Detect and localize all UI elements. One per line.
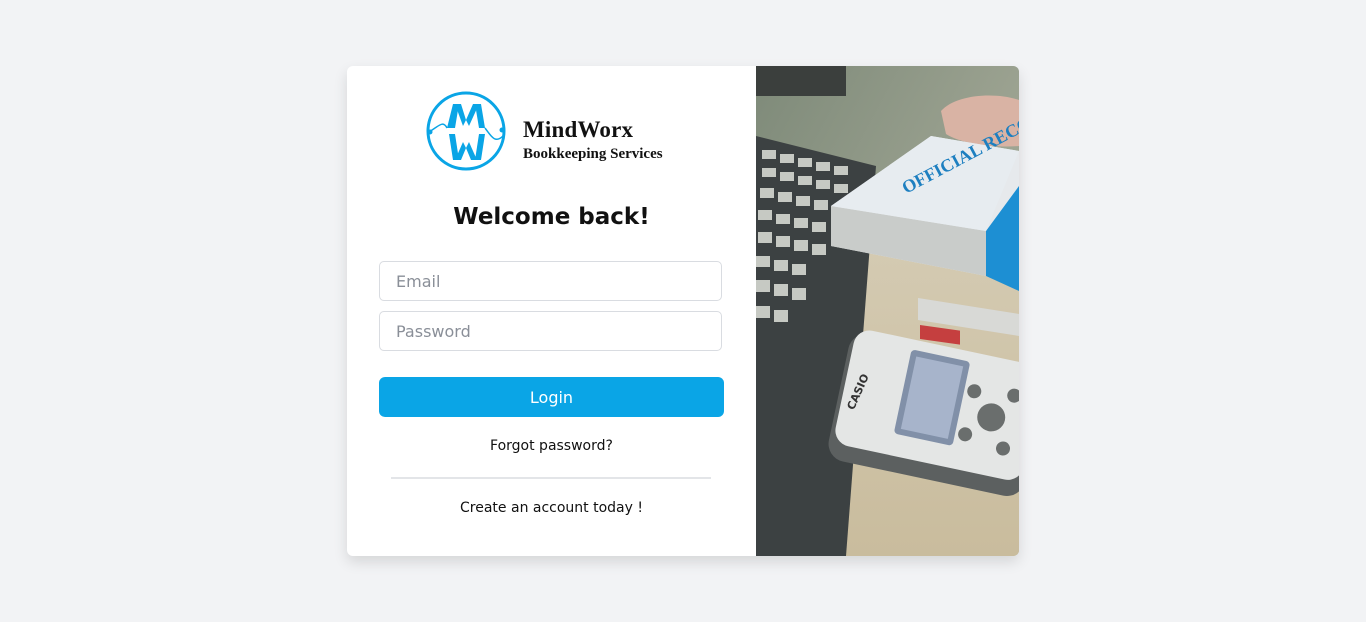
create-account-link[interactable]: Create an account today ! — [347, 500, 756, 516]
login-panel: MindWorx Bookkeeping Services Welcome ba… — [347, 66, 756, 556]
email-field[interactable] — [379, 261, 722, 301]
brand-subtitle: Bookkeeping Services — [523, 146, 663, 162]
brand-logo: MindWorx Bookkeeping Services — [425, 90, 685, 172]
divider — [391, 477, 711, 479]
mindworx-logo-icon — [426, 91, 506, 171]
page-title: Welcome back! — [453, 204, 650, 230]
brand-name: MindWorx — [523, 117, 634, 142]
password-field[interactable] — [379, 311, 722, 351]
login-button[interactable]: Login — [379, 377, 724, 417]
forgot-password-link[interactable]: Forgot password? — [347, 438, 756, 454]
login-card: MindWorx Bookkeeping Services Welcome ba… — [347, 66, 1019, 556]
office-desk-illustration: OFFICIAL RECORD BOOK CASIO — [756, 66, 1019, 556]
side-photo: OFFICIAL RECORD BOOK CASIO — [756, 66, 1019, 556]
